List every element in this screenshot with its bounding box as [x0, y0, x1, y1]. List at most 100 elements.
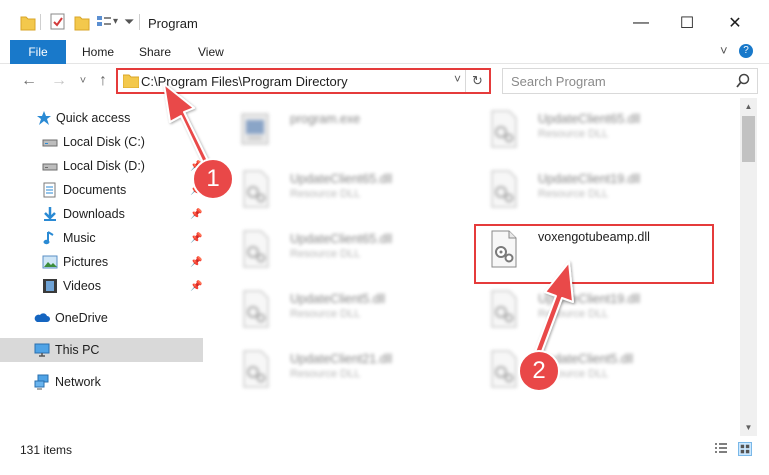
file-type: Resource DLL [538, 188, 609, 200]
sidebar-item-label: Pictures [63, 255, 109, 269]
file-type: Resource DLL [538, 128, 609, 140]
dropdown-chevron-icon[interactable]: ▾ [113, 16, 118, 27]
sidebar-item-music[interactable]: Music 📌 [0, 226, 203, 250]
file-item[interactable]: UpdateClient21.dll Resource DLL [218, 342, 458, 394]
music-icon [43, 231, 54, 245]
download-icon [44, 207, 56, 221]
pictures-icon [42, 255, 58, 269]
file-item[interactable]: UpdateClient65.dll Resource DLL [466, 102, 706, 154]
file-type: Resource DLL [290, 308, 361, 320]
sidebar-item-downloads[interactable]: Downloads 📌 [0, 202, 203, 226]
star-icon [37, 111, 51, 125]
file-item[interactable]: UpdateClient5.dll Resource DLL [218, 282, 458, 334]
details-view-icon[interactable] [714, 442, 728, 456]
help-icon[interactable]: ? [739, 44, 753, 58]
close-icon: ✕ [728, 15, 742, 32]
sidebar-item-onedrive[interactable]: OneDrive [0, 306, 203, 330]
target-file-highlight [474, 224, 714, 284]
file-name: UpdateClient5.dll [290, 292, 386, 306]
sidebar-item-label: Local Disk (D:) [63, 159, 145, 173]
folder-icon[interactable] [20, 14, 36, 32]
scroll-down-icon[interactable]: ▼ [740, 419, 757, 436]
separator [40, 14, 41, 30]
search-box[interactable]: Search Program [502, 68, 758, 94]
search-placeholder: Search Program [511, 74, 606, 89]
folder-icon [123, 74, 139, 88]
refresh-button[interactable]: ↻ [465, 70, 489, 92]
sidebar-item-label: Music [63, 231, 96, 245]
forward-button[interactable]: → [48, 70, 70, 92]
tab-share[interactable]: Share [127, 40, 183, 64]
forward-arrow-icon: → [51, 72, 67, 89]
file-type: Resource DLL [538, 308, 609, 320]
file-item[interactable]: program.exe [218, 102, 458, 154]
ribbon-collapse-icon[interactable]: ˅ [720, 43, 728, 58]
sidebar-item-quick-access[interactable]: Quick access [0, 106, 203, 130]
scroll-up-icon[interactable]: ▲ [740, 98, 757, 115]
sidebar-item-local-disk-c[interactable]: Local Disk (C:) [0, 130, 203, 154]
videos-icon [43, 279, 57, 293]
sidebar-item-label: Network [55, 375, 101, 389]
exe-file-icon [241, 113, 269, 145]
vertical-scrollbar[interactable]: ▲ ▼ [740, 98, 757, 436]
pin-icon[interactable]: 📌 [190, 233, 202, 244]
step-2-badge: 2 [518, 350, 560, 392]
address-bar[interactable]: C:\Program Files\Program Directory ˅ ↻ [116, 68, 491, 94]
recent-locations-button[interactable]: ˅ [72, 70, 94, 92]
network-icon [34, 374, 49, 390]
sidebar-item-this-pc[interactable]: This PC [0, 338, 203, 362]
tab-home[interactable]: Home [70, 40, 126, 64]
tab-view[interactable]: View [186, 40, 236, 64]
address-dropdown-icon[interactable]: ˅ [454, 72, 461, 86]
new-folder-icon[interactable] [74, 14, 90, 32]
navigation-pane: Quick access Local Disk (C:) Local Disk … [0, 98, 206, 436]
file-name: UpdateClient19.dll [538, 172, 641, 186]
pin-icon[interactable]: 📌 [190, 209, 202, 220]
minimize-button[interactable]: — [618, 8, 664, 38]
file-name: UpdateClient65.dll [538, 112, 641, 126]
qat-menu-icon[interactable]: ⏷ [124, 14, 134, 30]
sidebar-item-label: Downloads [63, 207, 125, 221]
step-1-badge: 1 [192, 158, 234, 200]
file-name: UpdateClient65.dll [290, 232, 393, 246]
pin-icon[interactable]: 📌 [190, 257, 202, 268]
file-type: Resource DLL [290, 248, 361, 260]
file-type: Resource DLL [290, 368, 361, 380]
pin-icon[interactable]: 📌 [190, 281, 202, 292]
close-button[interactable]: ✕ [712, 8, 758, 38]
file-item[interactable]: UpdateClient19.dll Resource DLL [466, 162, 706, 214]
sidebar-item-pictures[interactable]: Pictures 📌 [0, 250, 203, 274]
sidebar-item-documents[interactable]: Documents 📌 [0, 178, 203, 202]
properties-icon[interactable] [50, 13, 66, 31]
sidebar-item-network[interactable]: Network [0, 370, 203, 394]
cloud-icon [34, 313, 50, 322]
dll-file-icon [491, 170, 517, 208]
file-name: UpdateClient65.dll [290, 172, 393, 186]
customize-icon[interactable] [96, 15, 112, 30]
ribbon-tabs: File Home Share View ˅ ? [0, 40, 769, 92]
file-item[interactable]: UpdateClient65.dll Resource DLL [218, 162, 458, 214]
file-item[interactable]: UpdateClient5.dll Resource DLL [466, 342, 706, 394]
file-name: UpdateClient21.dll [290, 352, 393, 366]
address-path: C:\Program Files\Program Directory [141, 74, 348, 89]
file-item[interactable]: UpdateClient19.dll Resource DLL [466, 282, 706, 334]
back-button[interactable]: ← [18, 70, 40, 92]
file-item[interactable]: UpdateClient65.dll Resource DLL [218, 222, 458, 274]
maximize-button[interactable]: ☐ [664, 8, 710, 38]
window-title: Program [148, 16, 198, 31]
item-count: 131 items [20, 443, 73, 457]
large-icons-view-icon[interactable] [738, 442, 752, 456]
sidebar-item-videos[interactable]: Videos 📌 [0, 274, 203, 298]
dll-file-icon [491, 350, 517, 388]
navigation-bar: ← → ˅ ↑ C:\Program Files\Program Directo… [0, 64, 769, 98]
refresh-icon: ↻ [472, 73, 483, 88]
sidebar-item-label: Quick access [56, 111, 131, 125]
sidebar-item-label: Videos [63, 279, 101, 293]
dll-file-icon [243, 290, 269, 328]
sidebar-item-label: Local Disk (C:) [63, 135, 145, 149]
sidebar-item-local-disk-d[interactable]: Local Disk (D:) 📌 [0, 154, 203, 178]
up-button[interactable]: ↑ [92, 70, 114, 92]
sidebar-item-label: Documents [63, 183, 127, 197]
scroll-thumb[interactable] [742, 116, 755, 162]
drive-icon [42, 163, 58, 171]
